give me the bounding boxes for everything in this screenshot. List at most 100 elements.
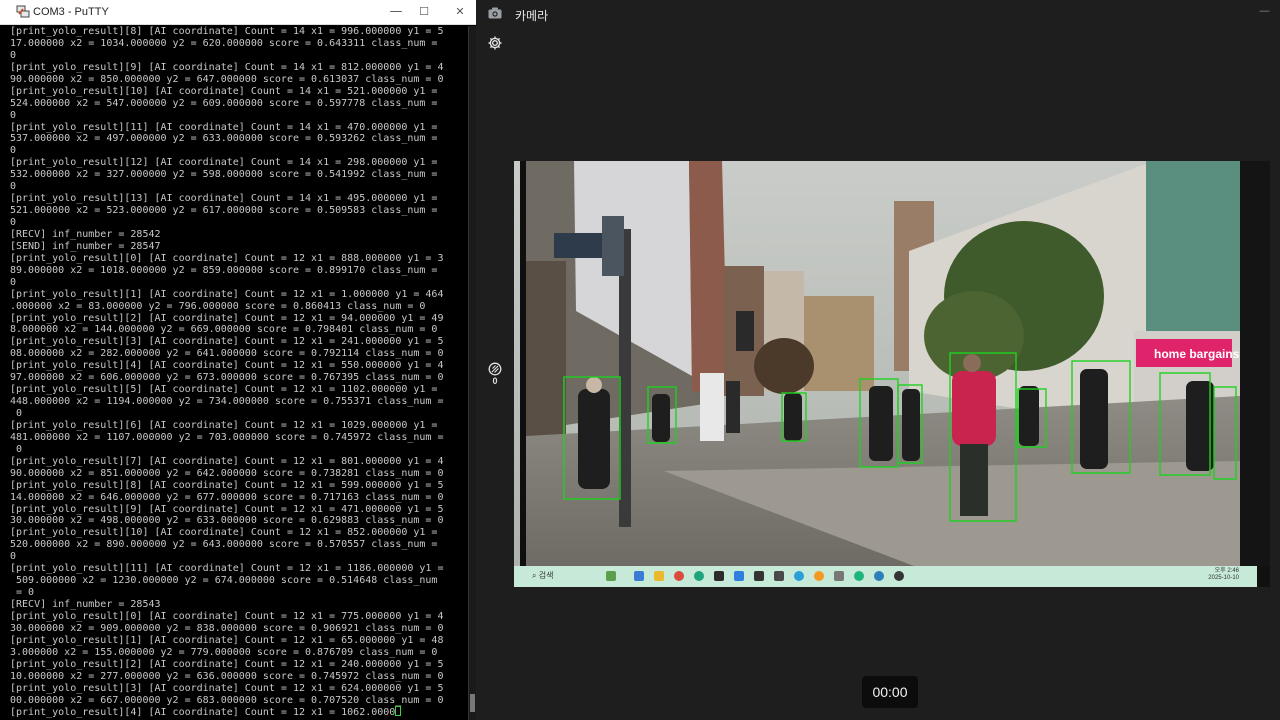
terminal-output[interactable]: [print_yolo_result][8] [AI coordinate] C… bbox=[10, 26, 468, 720]
terminal-line: = 0 bbox=[10, 587, 35, 599]
captured-taskbar: ⌕ 검색 오후 2:46 2025-10-10 bbox=[514, 566, 1257, 587]
taskbar-search-label: 검색 bbox=[538, 571, 554, 580]
terminal-line: 520.000000 x2 = 890.000000 y2 = 643.0000… bbox=[10, 539, 438, 551]
taskbar-app-icon bbox=[754, 571, 764, 581]
terminal-line: [print_yolo_result][2] [AI coordinate] C… bbox=[10, 312, 444, 324]
terminal-line: 0 bbox=[10, 408, 23, 419]
terminal-line: 521.000000 x2 = 523.000000 y2 = 617.0000… bbox=[10, 205, 438, 217]
svg-text:home bargains: home bargains bbox=[1154, 347, 1240, 361]
terminal-line: [print_yolo_result][12] [AI coordinate] … bbox=[10, 157, 438, 169]
terminal-line: [print_yolo_result][4] [AI coordinate] C… bbox=[10, 360, 444, 372]
camera-window: 카메라 — 0 home bargains ⌕ 검색 오후 2:46 2025-… bbox=[476, 0, 1280, 720]
terminal-line: [print_yolo_result][3] [AI coordinate] C… bbox=[10, 682, 444, 694]
terminal-line: 537.000000 x2 = 497.000000 y2 = 633.0000… bbox=[10, 133, 438, 145]
terminal-line: 00.000000 x2 = 667.000000 y2 = 683.00000… bbox=[10, 694, 444, 706]
terminal-line: 30.000000 x2 = 909.000000 y2 = 838.00000… bbox=[10, 622, 444, 634]
terminal-line: 0 bbox=[10, 109, 17, 121]
taskbar-time: 오후 2:46 bbox=[1214, 568, 1239, 574]
taskbar-app-icon bbox=[734, 571, 744, 581]
terminal-line: 08.000000 x2 = 282.000000 y2 = 641.00000… bbox=[10, 348, 444, 360]
terminal-line: 0 bbox=[10, 145, 17, 157]
terminal-line: 0 bbox=[10, 551, 17, 563]
terminal-line: 0 bbox=[10, 49, 17, 61]
terminal-line: 14.000000 x2 = 646.000000 y2 = 677.00000… bbox=[10, 491, 444, 503]
terminal-line: [print_yolo_result][9] [AI coordinate] C… bbox=[10, 61, 444, 73]
minimize-button[interactable]: — bbox=[1259, 4, 1270, 17]
terminal-line: [print_yolo_result][10] [AI coordinate] … bbox=[10, 85, 438, 97]
taskbar-app-icon bbox=[854, 571, 864, 581]
putty-window-title: COM3 - PuTTY bbox=[33, 6, 109, 18]
terminal-line: 0 bbox=[10, 276, 17, 288]
zoom-icon[interactable] bbox=[488, 362, 502, 376]
taskbar-clock: 오후 2:46 2025-10-10 bbox=[1208, 568, 1239, 582]
scrollbar-thumb[interactable] bbox=[470, 694, 475, 712]
terminal-line: [print_yolo_result][13] [AI coordinate] … bbox=[10, 193, 438, 205]
terminal-line: [print_yolo_result][1] [AI coordinate] C… bbox=[10, 288, 444, 300]
terminal-line: 481.000000 x2 = 1107.000000 y2 = 703.000… bbox=[10, 431, 444, 443]
terminal-line: [print_yolo_result][8] [AI coordinate] C… bbox=[10, 26, 444, 37]
taskbar-app-icon bbox=[894, 571, 904, 581]
terminal-line: 8.000000 x2 = 144.000000 y2 = 669.000000… bbox=[10, 324, 438, 336]
taskbar-app-icon bbox=[814, 571, 824, 581]
taskbar-app-icon bbox=[606, 571, 616, 581]
terminal-line: 524.000000 x2 = 547.000000 y2 = 609.0000… bbox=[10, 97, 438, 109]
terminal-line: 30.000000 x2 = 498.000000 y2 = 633.00000… bbox=[10, 515, 444, 527]
terminal-line: [print_yolo_result][0] [AI coordinate] C… bbox=[10, 252, 444, 264]
putty-title-bar[interactable]: COM3 - PuTTY — ☐ ✕ bbox=[0, 0, 476, 25]
terminal-line: [print_yolo_result][7] [AI coordinate] C… bbox=[10, 455, 444, 467]
terminal-line: [print_yolo_result][3] [AI coordinate] C… bbox=[10, 336, 444, 348]
terminal-line: 509.000000 x2 = 1230.000000 y2 = 674.000… bbox=[10, 575, 438, 587]
taskbar-app-icon bbox=[654, 571, 664, 581]
terminal-line: [print_yolo_result][5] [AI coordinate] C… bbox=[10, 384, 438, 396]
zoom-level-value: 0 bbox=[492, 376, 498, 386]
terminal-line: [print_yolo_result][1] [AI coordinate] C… bbox=[10, 634, 444, 646]
terminal-line: [print_yolo_result][0] [AI coordinate] C… bbox=[10, 610, 444, 622]
terminal-line: 89.000000 x2 = 1018.000000 y2 = 859.0000… bbox=[10, 264, 438, 276]
close-button[interactable]: ✕ bbox=[446, 2, 474, 22]
terminal-line: 532.000000 x2 = 327.000000 y2 = 598.0000… bbox=[10, 169, 438, 181]
maximize-button[interactable]: ☐ bbox=[410, 2, 438, 22]
terminal-line: 448.000000 x2 = 1194.000000 y2 = 734.000… bbox=[10, 396, 444, 408]
terminal-line: [RECV] inf_number = 28543 bbox=[10, 599, 161, 610]
terminal-line: [print_yolo_result][8] [AI coordinate] C… bbox=[10, 479, 444, 491]
taskbar-date: 2025-10-10 bbox=[1208, 575, 1239, 581]
terminal-line: 0 bbox=[10, 181, 17, 193]
terminal-line: 17.000000 x2 = 1034.000000 y2 = 620.0000… bbox=[10, 37, 438, 49]
terminal-line: 0 bbox=[10, 217, 17, 228]
taskbar-app-icon bbox=[774, 571, 784, 581]
terminal-line: [RECV] inf_number = 28542 bbox=[10, 228, 161, 240]
terminal-cursor bbox=[395, 706, 402, 717]
terminal-line: [print_yolo_result][6] [AI coordinate] C… bbox=[10, 419, 438, 431]
terminal-line: 97.000000 x2 = 606.000000 y2 = 673.00000… bbox=[10, 372, 444, 384]
taskbar-app-icon bbox=[634, 571, 644, 581]
taskbar-app-icon bbox=[874, 571, 884, 581]
terminal-line: 10.000000 x2 = 277.000000 y2 = 636.00000… bbox=[10, 670, 444, 682]
taskbar-app-icon bbox=[694, 571, 704, 581]
street-scene-image: home bargains bbox=[514, 161, 1270, 566]
terminal-scrollbar[interactable] bbox=[468, 26, 476, 720]
terminal-line: [print_yolo_result][9] [AI coordinate] C… bbox=[10, 503, 444, 515]
terminal-line: [print_yolo_result][11] [AI coordinate] … bbox=[10, 121, 438, 133]
taskbar-app-icon bbox=[674, 571, 684, 581]
putty-app-icon bbox=[16, 5, 30, 18]
terminal-line: 90.000000 x2 = 850.000000 y2 = 647.00000… bbox=[10, 73, 444, 85]
camera-preview: home bargains ⌕ 검색 오후 2:46 2025-10-10 bbox=[514, 161, 1270, 587]
taskbar-app-icon bbox=[834, 571, 844, 581]
terminal-line: [print_yolo_result][4] [AI coordinate] C… bbox=[10, 706, 468, 718]
recording-timer: 00:00 bbox=[862, 676, 918, 708]
taskbar-app-icon bbox=[714, 571, 724, 581]
taskbar-search: ⌕ 검색 bbox=[532, 571, 554, 580]
terminal-line: [SEND] inf_number = 28547 bbox=[10, 240, 161, 252]
terminal-line: [print_yolo_result][10] [AI coordinate] … bbox=[10, 527, 438, 539]
taskbar-app-icon bbox=[794, 571, 804, 581]
putty-window: COM3 - PuTTY — ☐ ✕ [print_yolo_result][8… bbox=[0, 0, 476, 720]
terminal-line: 3.000000 x2 = 155.000000 y2 = 779.000000… bbox=[10, 646, 438, 658]
terminal-line: 0 bbox=[10, 443, 23, 455]
terminal-line: 90.000000 x2 = 851.000000 y2 = 642.00000… bbox=[10, 467, 444, 479]
camera-icon bbox=[488, 7, 502, 19]
camera-window-title: 카메라 bbox=[515, 9, 549, 23]
settings-gear-icon[interactable] bbox=[487, 35, 503, 51]
minimize-button[interactable]: — bbox=[382, 2, 410, 22]
terminal-line: [print_yolo_result][11] [AI coordinate] … bbox=[10, 563, 444, 575]
terminal-line: .000000 x2 = 83.000000 y2 = 796.000000 s… bbox=[10, 300, 426, 312]
